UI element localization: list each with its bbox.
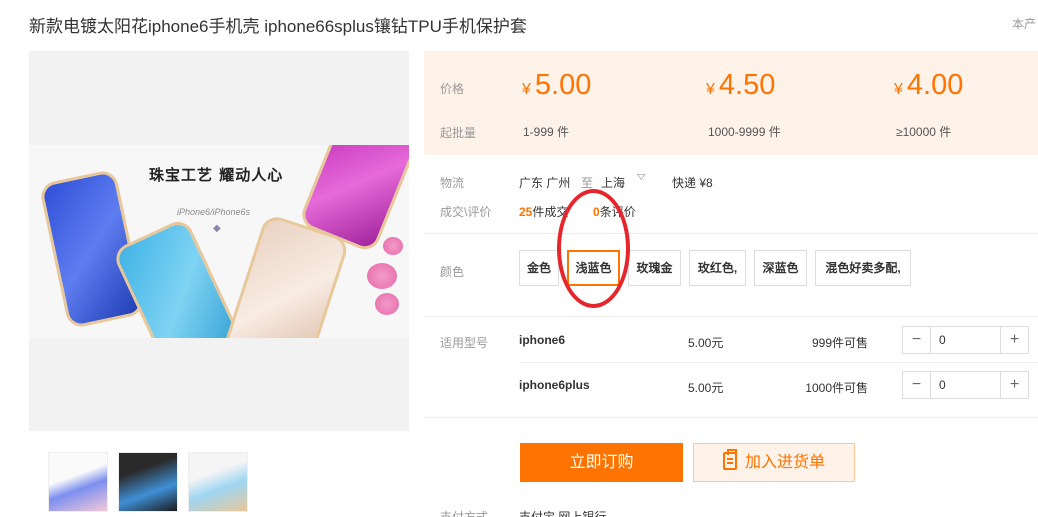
models-label: 适用型号 — [440, 336, 489, 350]
logistics-label: 物流 — [440, 176, 465, 190]
price-panel: 价格 起批量 ¥5.00 ¥4.50 ¥4.00 1-999 件 1000-99… — [424, 51, 1038, 155]
quantity-input[interactable]: 0 — [931, 327, 1000, 353]
deals-number: 25 — [519, 205, 533, 219]
thumbnail-3[interactable] — [188, 452, 248, 512]
payment-label: 支付方式 — [440, 510, 489, 517]
add-to-cart-label: 加入进货单 — [744, 454, 825, 471]
logistics-destination-select[interactable]: 上海 — [601, 174, 625, 191]
flower-decoration — [383, 237, 403, 255]
color-label: 颜色 — [440, 265, 465, 279]
logistics-from: 广东 广州 — [519, 176, 571, 190]
plus-icon[interactable]: + — [1000, 372, 1028, 398]
minus-icon[interactable]: − — [903, 372, 931, 398]
color-option-dark-blue[interactable]: 深蓝色 — [754, 250, 807, 286]
model-stock: 1000件可售 — [805, 381, 868, 395]
color-option-light-blue[interactable]: 浅蓝色 — [567, 250, 620, 286]
divider — [519, 362, 1038, 363]
divider — [424, 417, 1038, 418]
banner-subtitle: iPhone6/iPhone6s — [177, 207, 251, 217]
reviews-count[interactable]: 0条评价 — [593, 203, 636, 220]
model-name: iphone6plus — [519, 378, 590, 392]
banner-image: 珠宝工艺 耀动人心 iPhone6/iPhone6s ◆ — [29, 145, 409, 338]
payment-value: 支付宝 网上银行 — [519, 510, 607, 517]
quantity-stepper[interactable]: − 0 + — [902, 326, 1029, 354]
color-option-rose-red[interactable]: 玫红色, — [689, 250, 746, 286]
thumbnail-2[interactable] — [118, 452, 178, 512]
model-price: 5.00元 — [688, 336, 724, 350]
diamond-icon: ◆ — [213, 223, 221, 234]
currency-symbol: ¥ — [522, 81, 531, 98]
shipping-fee: 快递 ¥8 — [672, 176, 713, 190]
price-tier-1: ¥5.00 — [522, 69, 591, 102]
divider — [424, 233, 1038, 234]
currency-symbol: ¥ — [894, 81, 903, 98]
color-option-mixed[interactable]: 混色好卖多配, — [815, 250, 911, 286]
quantity-input[interactable]: 0 — [931, 372, 1000, 398]
flower-decoration — [375, 293, 399, 315]
reviews-number: 0 — [593, 205, 600, 219]
deals-count[interactable]: 25件成交 — [519, 203, 568, 220]
currency-symbol: ¥ — [706, 81, 715, 98]
top-right-text: 本产 — [1012, 17, 1037, 31]
price-label: 价格 — [440, 82, 465, 96]
tier-quantity-2: 1000-9999 件 — [708, 125, 781, 139]
add-to-cart-button[interactable]: 加入进货单 — [693, 443, 855, 482]
price-value: 4.50 — [718, 69, 776, 101]
buy-now-button[interactable]: 立即订购 — [520, 443, 683, 482]
model-name: iphone6 — [519, 333, 566, 347]
flower-decoration — [367, 263, 397, 289]
price-tier-2: ¥4.50 — [706, 69, 775, 102]
tier-quantity-1: 1-999 件 — [523, 125, 570, 139]
plus-icon[interactable]: + — [1000, 327, 1028, 353]
reviews-suffix: 条评价 — [599, 205, 636, 219]
minus-icon[interactable]: − — [903, 327, 931, 353]
logistics-to-word: 至 — [581, 176, 594, 190]
deals-label: 成交\评价 — [440, 205, 492, 219]
quantity-stepper[interactable]: − 0 + — [902, 371, 1029, 399]
main-product-image[interactable]: 珠宝工艺 耀动人心 iPhone6/iPhone6s ◆ — [29, 51, 409, 431]
model-stock: 999件可售 — [811, 336, 868, 350]
color-option-gold[interactable]: 金色 — [519, 250, 559, 286]
light-blue-case-image — [111, 216, 249, 338]
model-price: 5.00元 — [688, 381, 724, 395]
product-title: 新款电镀太阳花iphone6手机壳 iphone66splus镶钻TPU手机保护… — [29, 17, 527, 36]
banner-headline: 珠宝工艺 耀动人心 — [149, 166, 284, 184]
clipboard-list-icon — [722, 449, 737, 470]
price-tier-3: ¥4.00 — [894, 69, 963, 102]
deals-suffix: 件成交 — [532, 205, 569, 219]
color-option-rose-gold[interactable]: 玫瑰金 — [628, 250, 681, 286]
price-value: 5.00 — [534, 69, 592, 101]
thumbnail-1[interactable] — [48, 452, 108, 512]
divider — [424, 316, 1038, 317]
price-value: 4.00 — [906, 69, 964, 101]
tier-quantity-3: ≥10000 件 — [896, 125, 952, 139]
chevron-down-icon[interactable]: ▽ — [637, 172, 645, 181]
min-order-label: 起批量 — [440, 126, 477, 140]
